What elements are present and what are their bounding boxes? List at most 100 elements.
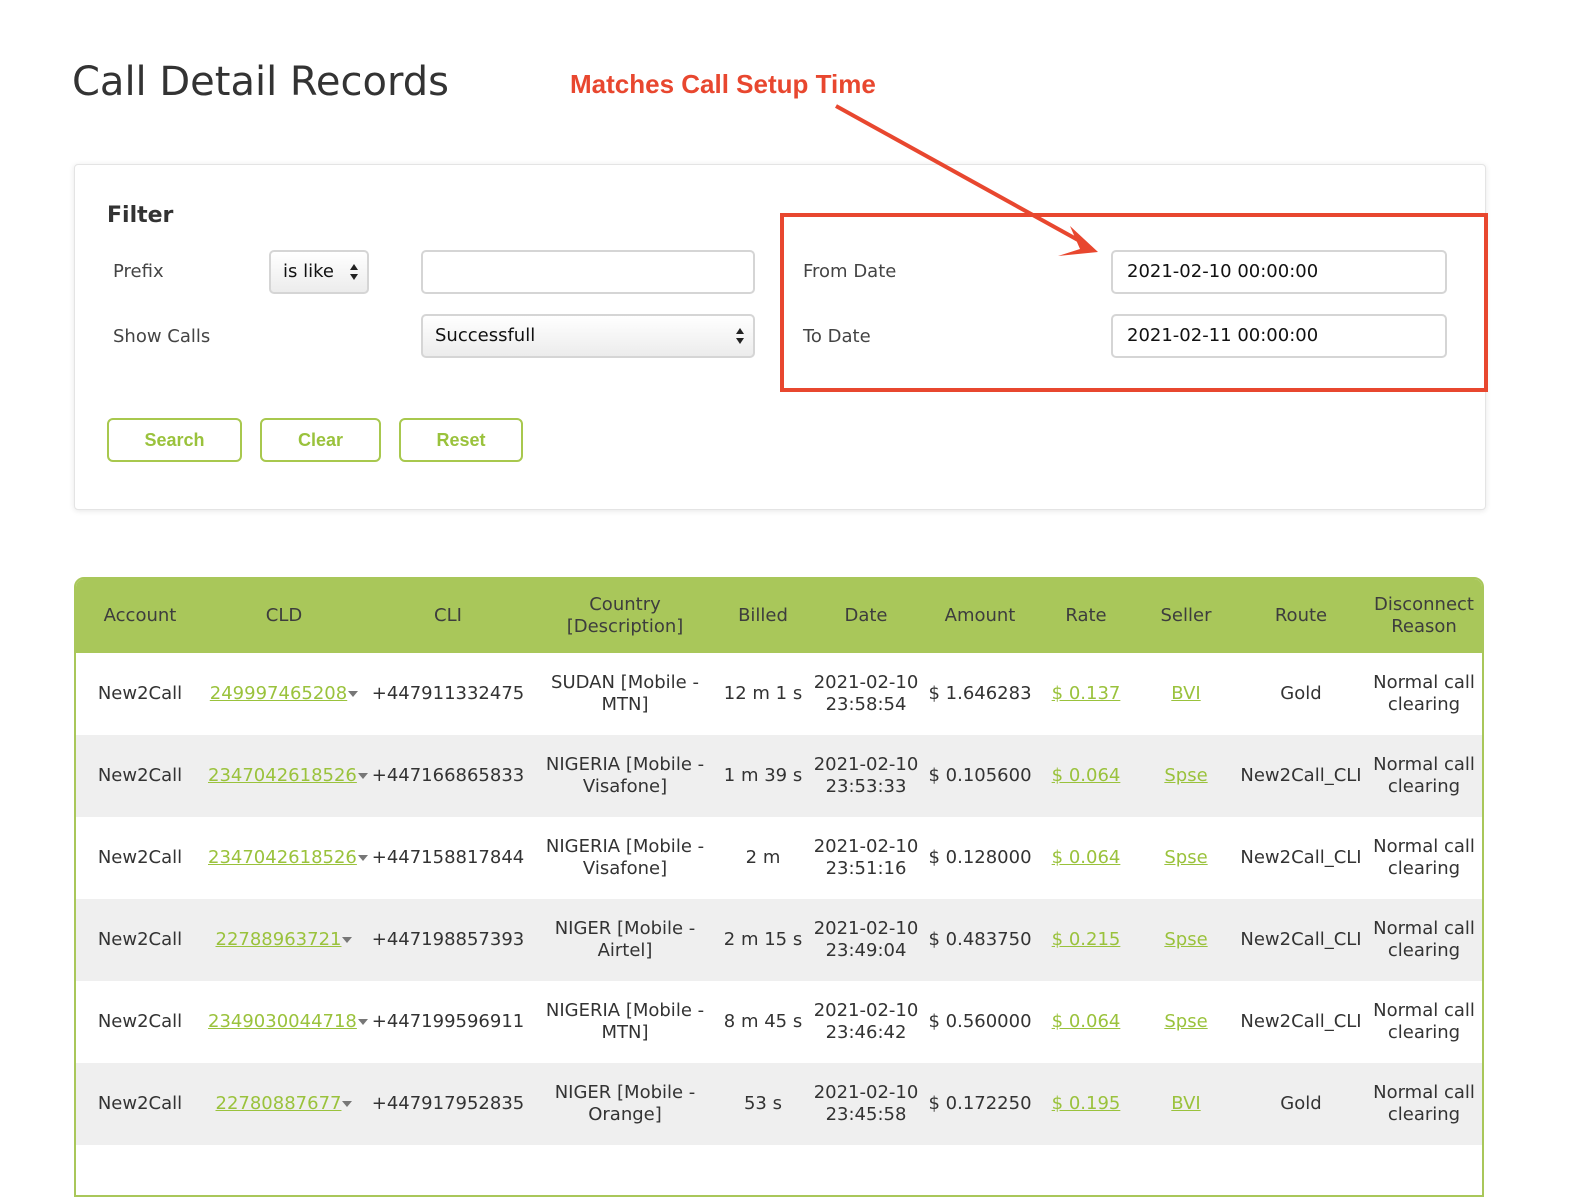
select-arrows-icon <box>350 264 358 280</box>
rate-link[interactable]: $ 0.064 <box>1052 1011 1121 1032</box>
prefix-label: Prefix <box>113 261 164 282</box>
table-row: New2Call 2347042618526 +447158817844 NIG… <box>76 817 1482 899</box>
cell-date: 2021-02-10 23:53:33 <box>808 735 924 817</box>
cell-amount: $ 0.560000 <box>928 1011 1032 1032</box>
cell-disconnect-reason: Normal call clearing <box>1373 1000 1475 1043</box>
cell-seller: Spse <box>1136 981 1236 1063</box>
cell-account: New2Call <box>97 1011 183 1032</box>
rate-link[interactable]: $ 0.064 <box>1052 847 1121 868</box>
cell-date: 2021-02-10 23:51:16 <box>813 836 919 879</box>
prefix-operator-value: is like <box>283 261 334 282</box>
cell-amount: $ 1.646283 <box>928 683 1032 704</box>
cell-date: 2021-02-10 23:58:54 <box>813 672 919 715</box>
column-header-billed[interactable]: Billed <box>718 579 808 653</box>
cell-cli: +447199596911 <box>371 1011 525 1032</box>
column-header-seller[interactable]: Seller <box>1136 579 1236 653</box>
column-header-cld[interactable]: CLD <box>204 579 364 653</box>
cell-cld: 2349030044718 <box>204 981 368 1063</box>
column-header-cli[interactable]: CLI <box>364 579 532 653</box>
caret-down-icon[interactable] <box>348 691 359 697</box>
cld-link[interactable]: 2349030044718 <box>208 1011 357 1032</box>
show-calls-select[interactable]: Successfull <box>421 314 755 358</box>
cell-cli: +447198857393 <box>364 899 532 981</box>
cell-account: New2Call <box>76 735 204 817</box>
cld-link[interactable]: 2347042618526 <box>208 765 357 786</box>
cell-rate: $ 0.137 <box>1036 653 1136 735</box>
cell-seller: Spse <box>1136 899 1236 981</box>
table-row: New2Call 2349030044718 +447199596911 NIG… <box>76 981 1482 1063</box>
search-button[interactable]: Search <box>107 418 242 462</box>
cell-seller: BVI <box>1136 1063 1236 1145</box>
filter-title: Filter <box>107 203 174 228</box>
seller-link[interactable]: Spse <box>1164 847 1207 868</box>
column-header-disconnect-reason[interactable]: Disconnect Reason <box>1366 579 1482 653</box>
column-header-account[interactable]: Account <box>76 579 204 653</box>
cell-disconnect-reason: Normal call clearing <box>1366 735 1482 817</box>
cdr-table: Account CLD CLI Country [Description] Bi… <box>76 579 1482 1145</box>
table-row: New2Call 22780887677 +447917952835 NIGER… <box>76 1063 1482 1145</box>
reset-button[interactable]: Reset <box>399 418 523 462</box>
seller-link[interactable]: BVI <box>1171 683 1200 704</box>
cld-link[interactable]: 249997465208 <box>210 683 347 704</box>
filter-panel: Filter Prefix is like Show Calls Success… <box>74 164 1486 510</box>
column-header-rate[interactable]: Rate <box>1036 579 1136 653</box>
cell-billed: 8 m 45 s <box>723 1011 803 1032</box>
cld-link[interactable]: 22780887677 <box>216 1093 342 1114</box>
select-arrows-icon <box>736 328 744 344</box>
cell-disconnect-reason: Normal call clearing <box>1366 899 1482 981</box>
prefix-input[interactable] <box>421 250 755 294</box>
column-header-date[interactable]: Date <box>808 579 924 653</box>
cell-amount: $ 0.128000 <box>928 847 1032 868</box>
cell-account: New2Call <box>76 899 204 981</box>
cdr-table-container: Account CLD CLI Country [Description] Bi… <box>74 577 1484 1197</box>
cell-cld: 2347042618526 <box>204 735 368 817</box>
cell-disconnect-reason: Normal call clearing <box>1373 672 1475 715</box>
seller-link[interactable]: Spse <box>1164 765 1207 786</box>
caret-down-icon[interactable] <box>357 855 368 861</box>
cell-billed: 1 m 39 s <box>718 735 808 817</box>
cell-country: NIGERIA [Mobile - Visafone] <box>532 735 718 817</box>
cell-cli: +447158817844 <box>371 847 525 868</box>
cell-seller: BVI <box>1136 653 1236 735</box>
cell-amount: $ 0.172250 <box>924 1063 1036 1145</box>
cell-seller: Spse <box>1136 817 1236 899</box>
caret-down-icon[interactable] <box>357 1019 368 1025</box>
rate-link[interactable]: $ 0.215 <box>1052 929 1121 950</box>
cell-country: NIGERIA [Mobile - MTN] <box>545 1000 705 1043</box>
cell-account: New2Call <box>97 683 183 704</box>
seller-link[interactable]: Spse <box>1164 1011 1207 1032</box>
cell-date: 2021-02-10 23:45:58 <box>808 1063 924 1145</box>
seller-link[interactable]: Spse <box>1164 929 1207 950</box>
cell-disconnect-reason: Normal call clearing <box>1373 836 1475 879</box>
caret-down-icon[interactable] <box>342 937 353 943</box>
prefix-operator-select[interactable]: is like <box>269 250 369 294</box>
cld-link[interactable]: 2347042618526 <box>208 847 357 868</box>
cld-link[interactable]: 22788963721 <box>216 929 342 950</box>
cell-rate: $ 0.064 <box>1036 981 1136 1063</box>
caret-down-icon[interactable] <box>342 1101 353 1107</box>
cell-route: New2Call_CLI <box>1240 1011 1362 1032</box>
column-header-country[interactable]: Country [Description] <box>532 579 718 653</box>
rate-link[interactable]: $ 0.195 <box>1052 1093 1121 1114</box>
show-calls-label: Show Calls <box>113 326 211 347</box>
caret-down-icon[interactable] <box>357 773 368 779</box>
cell-rate: $ 0.064 <box>1036 817 1136 899</box>
cell-route: New2Call_CLI <box>1236 735 1366 817</box>
rate-link[interactable]: $ 0.064 <box>1052 765 1121 786</box>
column-header-amount[interactable]: Amount <box>924 579 1036 653</box>
cell-seller: Spse <box>1136 735 1236 817</box>
from-date-input[interactable]: 2021-02-10 00:00:00 <box>1111 250 1447 294</box>
cell-rate: $ 0.195 <box>1036 1063 1136 1145</box>
seller-link[interactable]: BVI <box>1171 1093 1200 1114</box>
cell-account: New2Call <box>76 1063 204 1145</box>
rate-link[interactable]: $ 0.137 <box>1052 683 1121 704</box>
table-row: New2Call 249997465208 +447911332475 SUDA… <box>76 653 1482 735</box>
cell-rate: $ 0.064 <box>1036 735 1136 817</box>
cell-route: Gold <box>1280 683 1322 704</box>
column-header-route[interactable]: Route <box>1236 579 1366 653</box>
clear-button[interactable]: Clear <box>260 418 381 462</box>
cell-billed: 2 m <box>745 847 781 868</box>
cell-cli: +447917952835 <box>364 1063 532 1145</box>
to-date-input[interactable]: 2021-02-11 00:00:00 <box>1111 314 1447 358</box>
cell-amount: $ 0.483750 <box>924 899 1036 981</box>
